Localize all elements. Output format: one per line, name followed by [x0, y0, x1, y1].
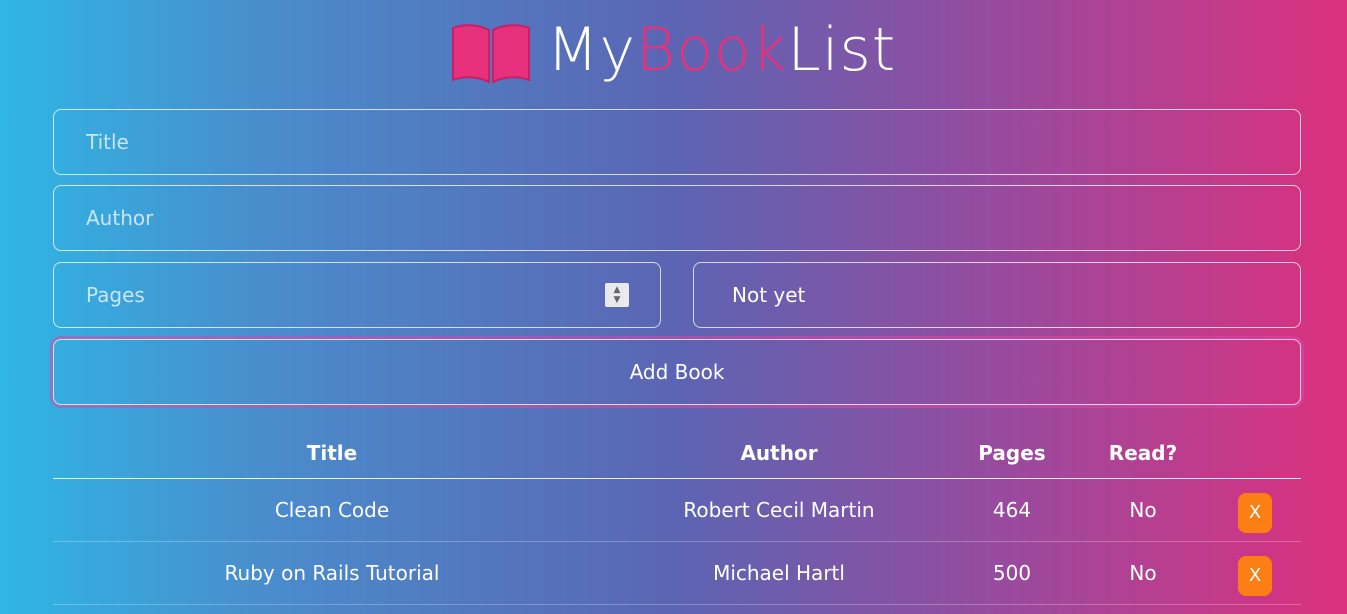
delete-cell: X: [1209, 541, 1301, 605]
app-header: MyBookList: [0, 12, 1347, 92]
logo-part-list: List: [787, 15, 897, 85]
column-header-read: Read?: [1077, 428, 1209, 479]
book-title-cell: Clean Code: [53, 478, 611, 542]
pages-input[interactable]: [53, 262, 661, 328]
number-spinner-icon[interactable]: ▲ ▼: [605, 283, 629, 307]
logo-part-book: Book: [635, 15, 788, 85]
book-author-cell: Robert Cecil Martin: [611, 478, 947, 542]
book-read-cell[interactable]: No: [1077, 478, 1209, 542]
spinner-down-icon[interactable]: ▼: [614, 295, 621, 305]
column-header-title: Title: [53, 428, 611, 479]
table-row: Clean Code Robert Cecil Martin 464 No X: [53, 478, 1301, 542]
table-row: Ruby on Rails Tutorial Michael Hartl 500…: [53, 541, 1301, 605]
books-table: Title Author Pages Read? Clean Code Robe…: [53, 428, 1301, 605]
add-book-button-label: Add Book: [629, 360, 725, 384]
author-input[interactable]: [53, 185, 1301, 251]
read-status-value: Not yet: [732, 283, 806, 307]
pages-field: ▲ ▼: [53, 262, 661, 328]
open-book-icon: [451, 24, 530, 84]
book-read-cell[interactable]: No: [1077, 541, 1209, 605]
read-status-select[interactable]: Not yet: [693, 262, 1301, 328]
delete-book-button[interactable]: X: [1238, 493, 1272, 533]
spinner-up-icon[interactable]: ▲: [614, 285, 621, 295]
book-pages-cell: 500: [947, 541, 1077, 605]
logo-part-my: My: [546, 15, 636, 85]
table-header-row: Title Author Pages Read?: [53, 428, 1301, 479]
title-input[interactable]: [53, 109, 1301, 175]
book-title-cell: Ruby on Rails Tutorial: [53, 541, 611, 605]
app-logo-text: MyBookList: [547, 20, 897, 80]
book-author-cell: Michael Hartl: [611, 541, 947, 605]
book-pages-cell: 464: [947, 478, 1077, 542]
delete-book-button[interactable]: X: [1238, 556, 1272, 596]
column-header-actions: [1209, 428, 1301, 479]
column-header-pages: Pages: [947, 428, 1077, 479]
delete-cell: X: [1209, 478, 1301, 542]
add-book-button[interactable]: Add Book: [53, 339, 1301, 405]
column-header-author: Author: [611, 428, 947, 479]
